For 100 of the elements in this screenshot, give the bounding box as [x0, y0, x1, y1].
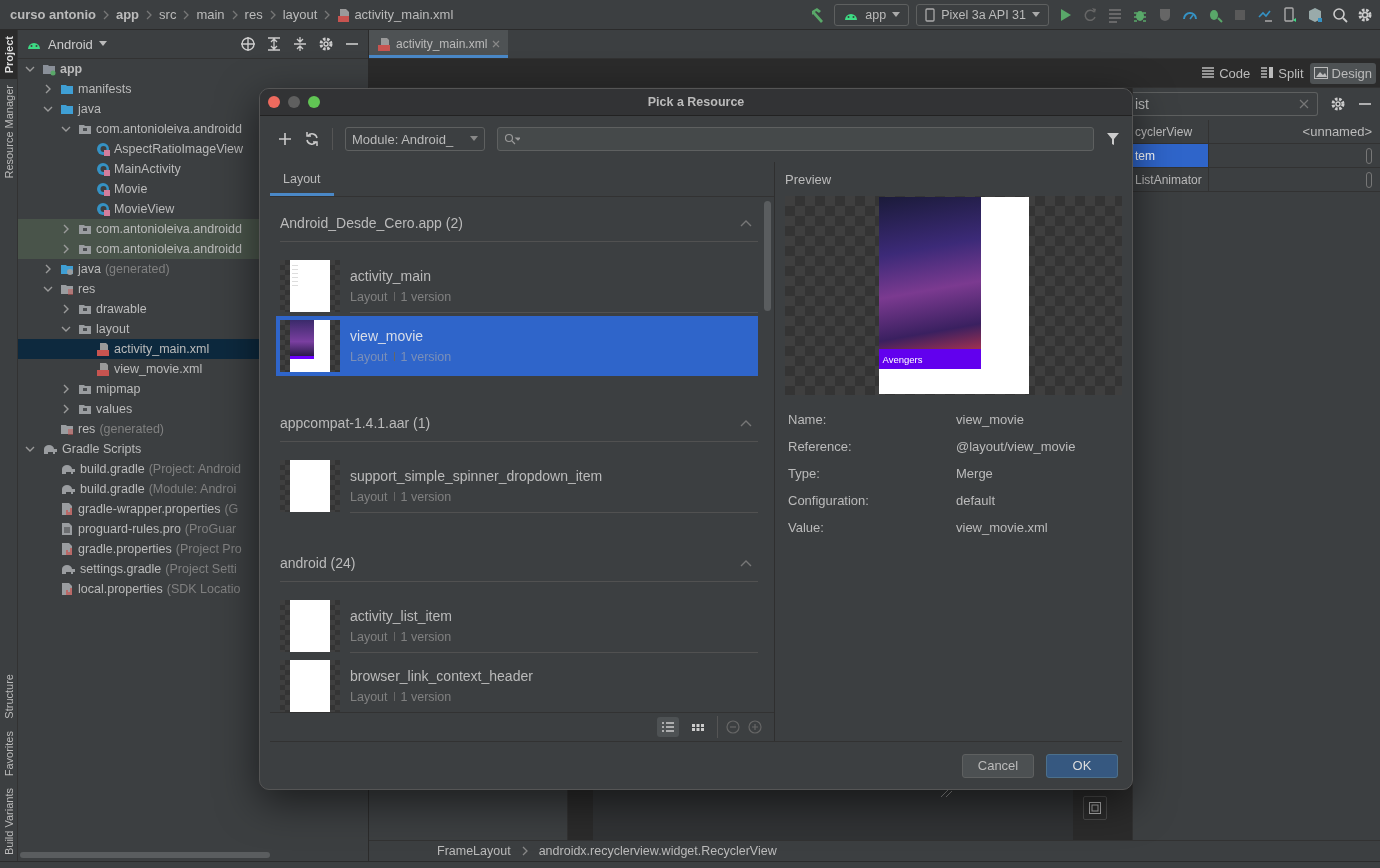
- tree-item[interactable]: java: [18, 99, 368, 119]
- scrollbar-thumb[interactable]: [764, 201, 771, 311]
- resource-item[interactable]: browser_link_context_header Layout 1 version: [276, 656, 758, 712]
- search-icon[interactable]: [1331, 5, 1349, 24]
- breadcrumb-item[interactable]: FrameLayout: [437, 844, 511, 858]
- caret-icon: [470, 136, 478, 142]
- refresh-icon[interactable]: [304, 131, 320, 147]
- split-icon: [1260, 67, 1275, 79]
- device-dropdown[interactable]: Pixel 3a API 31: [916, 3, 1049, 26]
- layout-file-icon: [337, 7, 352, 22]
- tool-window-tab[interactable]: Favorites: [0, 724, 17, 782]
- tree-item[interactable]: proguard-rules.pro (ProGuar: [18, 519, 368, 539]
- breadcrumb-item[interactable]: main: [194, 7, 227, 22]
- add-icon[interactable]: [278, 132, 292, 146]
- caret-icon: [1032, 11, 1040, 18]
- view-dropdown[interactable]: Android: [26, 36, 107, 52]
- expand-all-icon[interactable]: [266, 36, 282, 52]
- resource-name: browser_link_context_header: [350, 667, 534, 684]
- resource-item[interactable]: support_simple_spinner_dropdown_item Layout 1 version: [276, 456, 758, 516]
- version-count: 1 version: [400, 489, 452, 504]
- module-dropdown[interactable]: Module: Android_: [345, 127, 485, 151]
- editor-tab[interactable]: activity_main.xml: [369, 30, 509, 58]
- resource-name: activity_list_item: [350, 607, 453, 624]
- chevron-right-icon: [182, 8, 191, 21]
- folder-icon: [60, 82, 74, 96]
- toggle-icon[interactable]: [1366, 171, 1372, 188]
- chevron-up-icon[interactable]: [740, 419, 752, 427]
- thumbnail: [280, 660, 340, 712]
- resource-type: Layout: [350, 489, 388, 504]
- view-mode-button[interactable]: Code: [1197, 62, 1255, 84]
- collapse-all-icon[interactable]: [292, 36, 308, 52]
- tree-item-note: (Project Pro: [175, 542, 242, 556]
- tree-item[interactable]: local.properties (SDK Locatio: [18, 579, 368, 599]
- tree-item[interactable]: mipmap: [18, 379, 368, 399]
- tab[interactable]: Layout: [270, 162, 334, 196]
- package-icon: [78, 322, 92, 336]
- tool-window-tab[interactable]: Resource Manager: [0, 79, 17, 185]
- tree-item-note: (Module: Androi: [148, 482, 237, 496]
- detail-label: Reference:: [788, 439, 853, 454]
- breadcrumb-item[interactable]: activity_main.xml: [335, 7, 456, 22]
- breadcrumb-item[interactable]: curso antonio: [8, 7, 98, 22]
- thumbnail: [280, 320, 340, 372]
- grid-icon: [691, 721, 705, 733]
- resource-item[interactable]: activity_list_item Layout 1 version: [276, 596, 758, 656]
- component-id: <unnamed>: [1302, 124, 1372, 139]
- breadcrumb-item[interactable]: androidx.recyclerview.widget.RecyclerView: [538, 844, 777, 858]
- search-field[interactable]: ist: [1133, 92, 1318, 116]
- settings-icon[interactable]: [1330, 96, 1346, 112]
- preview-label: Preview: [785, 170, 833, 189]
- minimize-button[interactable]: [288, 96, 300, 108]
- class-icon: [96, 202, 110, 216]
- ok-button[interactable]: OK: [1046, 753, 1118, 778]
- toggle-icon[interactable]: [1366, 147, 1372, 164]
- tree-item-note: (generated): [99, 422, 164, 436]
- run-config-dropdown[interactable]: app: [834, 3, 910, 26]
- detail-label: Name:: [788, 412, 828, 427]
- close-button[interactable]: [268, 96, 280, 108]
- detail-label: Type:: [788, 466, 821, 481]
- tree-item[interactable]: manifests: [18, 79, 368, 99]
- detail-value: @layout/view_movie: [956, 439, 1077, 454]
- class-icon: [96, 162, 110, 176]
- breadcrumb-item[interactable]: src: [157, 7, 179, 22]
- class-icon: [96, 142, 110, 156]
- device-icon[interactable]: [1281, 5, 1299, 24]
- tree-item[interactable]: Gradle Scripts: [18, 439, 368, 459]
- cancel-button[interactable]: Cancel: [962, 753, 1034, 778]
- tool-window-tab[interactable]: Structure: [0, 668, 17, 725]
- package-icon: [78, 382, 92, 396]
- resource-item[interactable]: view_movie Layout 1 version: [276, 316, 758, 376]
- filter-icon[interactable]: [1106, 132, 1120, 146]
- version-count: 1 version: [400, 689, 452, 704]
- view-mode-button[interactable]: Split: [1256, 62, 1308, 84]
- search-field[interactable]: [497, 127, 1094, 151]
- settings-icon[interactable]: [318, 36, 334, 52]
- chevron-right-icon: [101, 8, 110, 21]
- close-icon[interactable]: [492, 40, 501, 48]
- resource-type: Layout: [350, 629, 388, 644]
- component-item[interactable]: tem: [1133, 144, 1209, 167]
- clear-icon[interactable]: [1299, 99, 1309, 109]
- crosshair-icon[interactable]: [240, 36, 256, 52]
- list-view-button[interactable]: [657, 717, 679, 737]
- scrollbar-thumb[interactable]: [20, 852, 270, 858]
- fit-screen-icon: [1089, 802, 1101, 814]
- tree-item-note: (Project: Android: [148, 462, 242, 476]
- box-icon[interactable]: [1306, 5, 1324, 24]
- chevron-up-icon[interactable]: [740, 219, 752, 227]
- search-icon: [504, 133, 520, 145]
- tool-window-tab[interactable]: Project: [0, 30, 17, 80]
- elephant-icon: [60, 482, 76, 496]
- breadcrumb-item[interactable]: app: [113, 7, 142, 22]
- chevron-up-icon[interactable]: [740, 559, 752, 567]
- resource-item[interactable]: activity_main Layout 1 version: [276, 256, 758, 316]
- chevron-right-icon: [145, 8, 154, 21]
- tree-item[interactable]: app: [18, 59, 368, 79]
- breadcrumb-item[interactable]: layout: [280, 7, 320, 22]
- view-mode-button[interactable]: Design: [1309, 62, 1376, 84]
- zoom-button[interactable]: [308, 96, 320, 108]
- breadcrumb-item[interactable]: res: [242, 7, 265, 22]
- tool-window-tab[interactable]: Build Variants: [0, 781, 17, 861]
- fit-screen-button[interactable]: [1083, 796, 1107, 820]
